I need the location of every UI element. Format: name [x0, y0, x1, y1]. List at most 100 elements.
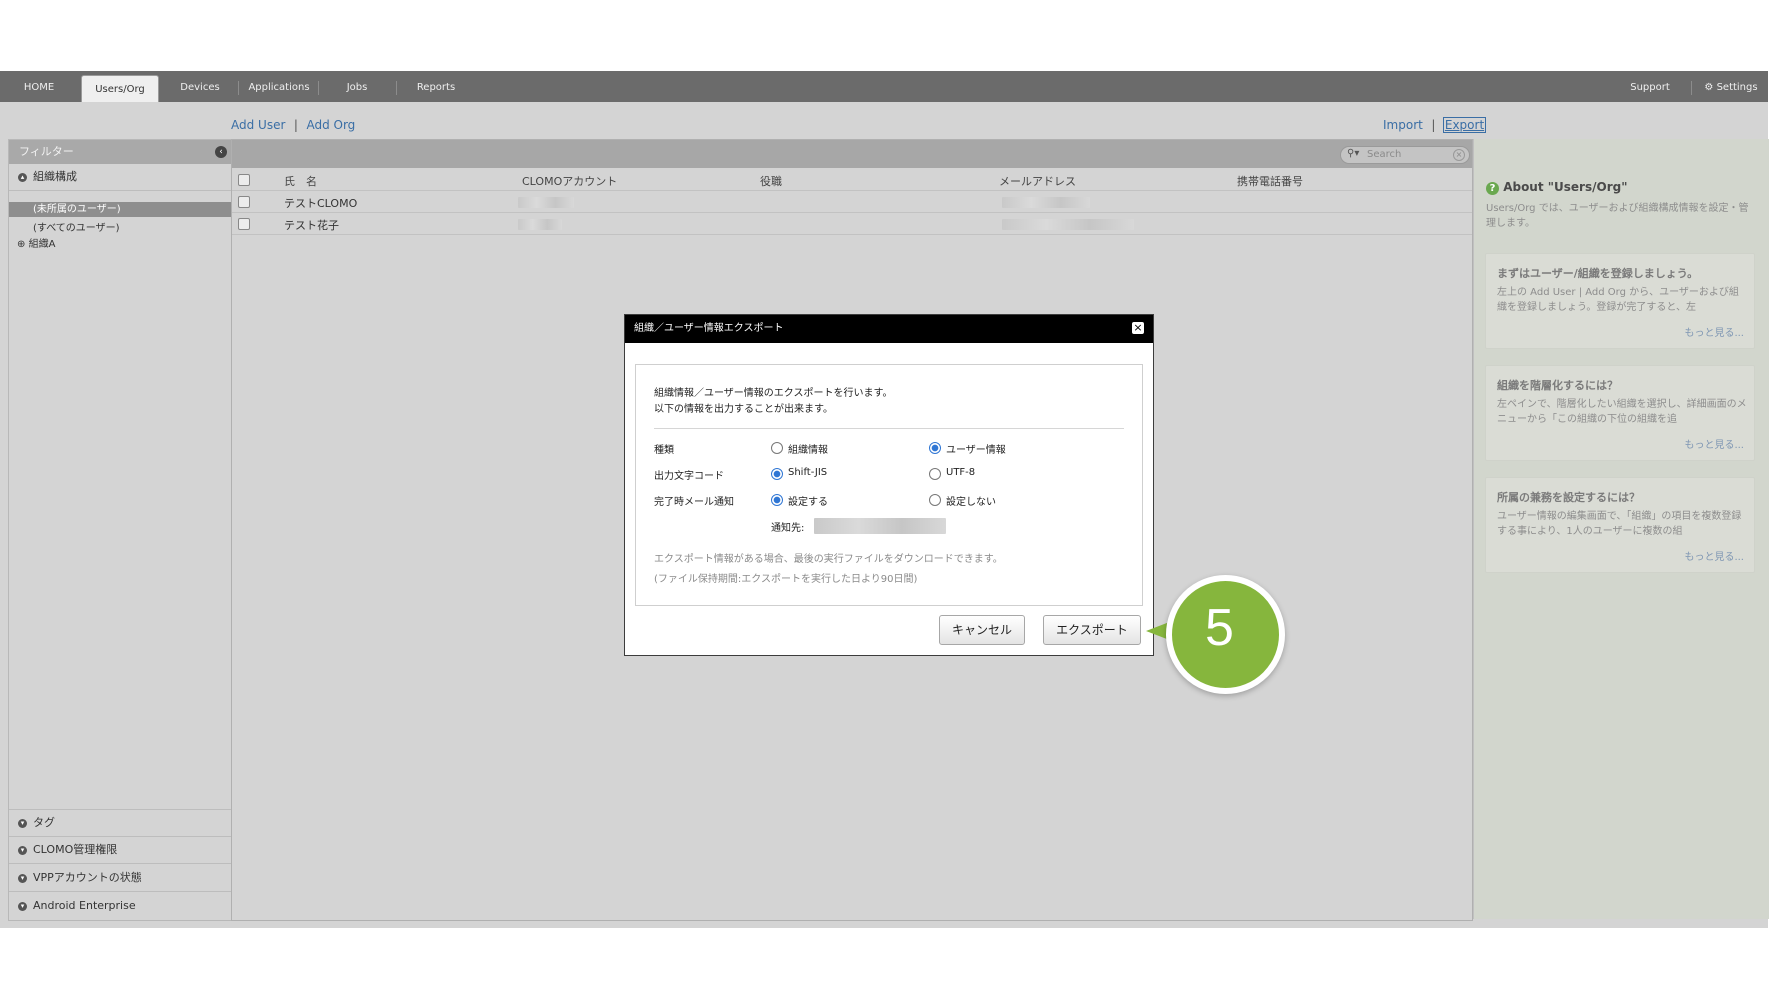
tree-item-org-a[interactable]: ⊕ 組織A [17, 235, 55, 250]
type-label: 種類 [654, 445, 674, 456]
chevron-down-icon: ▾ [18, 818, 27, 828]
admin-rights-section[interactable]: ▾ CLOMO管理権限 [9, 837, 231, 864]
help-icon: ? [1486, 182, 1499, 195]
filter-label: フィルター [19, 145, 74, 158]
settings-label: Settings [1716, 82, 1758, 93]
export-button[interactable]: エクスポート [1043, 615, 1141, 645]
collapse-sidebar-icon[interactable]: ‹ [215, 146, 227, 158]
cancel-button[interactable]: キャンセル [939, 615, 1025, 645]
about-panel: ? About "Users/Org" Users/Org では、ユーザーおよび… [1473, 139, 1769, 919]
step-badge: 5 [1166, 575, 1285, 694]
tree-item-unassigned[interactable]: (未所属のユーザー) [9, 202, 231, 217]
radio-shift-jis[interactable] [771, 468, 783, 480]
import-link[interactable]: Import [1383, 118, 1423, 132]
option-label: 組織情報 [788, 445, 828, 456]
row-checkbox[interactable] [238, 196, 250, 208]
chevron-down-icon: ▾ [18, 873, 27, 883]
filter-header: フィルター ‹ [9, 140, 231, 164]
tab-home[interactable]: HOME [0, 71, 78, 102]
option-label: UTF-8 [946, 467, 976, 478]
radio-utf8[interactable] [929, 468, 941, 480]
more-link[interactable]: もっと見る... [1684, 324, 1744, 339]
tab-jobs[interactable]: Jobs [320, 71, 394, 102]
option-label: 設定しない [946, 497, 996, 508]
chevron-down-icon: ▾ [18, 845, 27, 855]
chevron-down-icon: ▾ [18, 901, 27, 911]
search-placeholder: Search [1367, 149, 1402, 160]
divider [232, 234, 1472, 235]
option-label: Shift-JIS [788, 467, 828, 478]
option-label: 設定する [788, 497, 828, 508]
user-name[interactable]: テスト花子 [284, 217, 339, 233]
search-icon: ⚲▾ [1347, 148, 1360, 159]
redacted-account [518, 219, 562, 230]
tag-section[interactable]: ▾ タグ [9, 809, 231, 837]
tab-divider [1691, 81, 1692, 95]
tree-item-all-users[interactable]: (すべてのユーザー) [33, 219, 120, 234]
tip-title: 組織を階層化するには？ [1497, 379, 1618, 392]
section-label: VPPアカウントの状態 [33, 871, 142, 884]
org-structure-section[interactable]: ▴ 組織構成 [9, 164, 231, 191]
gear-icon: ⚙ [1704, 82, 1714, 93]
tip-body: ユーザー情報の編集画面で、「組織」の項目を複数登録する事により、1人のユーザーに… [1497, 511, 1742, 537]
separator: | [1431, 118, 1436, 132]
section-label: 組織構成 [33, 170, 77, 183]
about-title: About "Users/Org" [1503, 180, 1628, 194]
row-checkbox[interactable] [238, 218, 250, 230]
more-link[interactable]: もっと見る... [1684, 548, 1744, 563]
column-header-account[interactable]: CLOMOアカウント [522, 173, 617, 189]
table-row[interactable]: テスト花子 [232, 213, 1472, 234]
tree-label: (未所属のユーザー) [33, 204, 121, 215]
column-header-email[interactable]: メールアドレス [999, 173, 1076, 189]
column-header-name[interactable]: 氏 名 [284, 173, 317, 189]
filter-sidebar: フィルター ‹ ▴ 組織構成 (未所属のユーザー) (すべてのユーザー) ⊕ 組織… [8, 139, 232, 921]
list-toolbar: ⚲▾ Search × [232, 140, 1472, 168]
add-org-link[interactable]: Add Org [306, 118, 355, 132]
search-input[interactable]: ⚲▾ Search × [1340, 146, 1470, 164]
clear-search-icon[interactable]: × [1453, 149, 1465, 161]
close-icon[interactable]: × [1132, 322, 1144, 334]
dialog-title: 組織／ユーザー情報エクスポート [634, 323, 784, 334]
user-name[interactable]: テストCLOMO [284, 195, 357, 211]
android-enterprise-section[interactable]: ▾ Android Enterprise [9, 893, 231, 919]
add-user-link[interactable]: Add User [231, 118, 285, 132]
column-header-title[interactable]: 役職 [760, 173, 782, 189]
step-number: 5 [1205, 599, 1234, 657]
radio-mail-on[interactable] [771, 494, 783, 506]
tip-title: まずはユーザー/組織を登録しましょう。 [1497, 267, 1699, 280]
tab-applications[interactable]: Applications [240, 71, 318, 102]
expand-icon[interactable]: ⊕ [17, 239, 25, 250]
radio-user-info[interactable] [929, 442, 941, 454]
column-header-phone[interactable]: 携帯電話番号 [1237, 173, 1303, 189]
vpp-account-section[interactable]: ▾ VPPアカウントの状態 [9, 865, 231, 892]
dialog-titlebar: 組織／ユーザー情報エクスポート × [625, 315, 1153, 343]
encoding-label: 出力文字コード [654, 471, 724, 482]
support-link[interactable]: Support [1610, 71, 1690, 102]
tip-card: まずはユーザー/組織を登録しましょう。 左上の Add User | Add O… [1485, 253, 1755, 349]
intro-line-2: 以下の情報を出力することが出来ます。 [654, 404, 833, 415]
dialog-content: 組織情報／ユーザー情報のエクスポートを行います。 以下の情報を出力することが出来… [635, 364, 1143, 606]
tab-users-org[interactable]: Users/Org [81, 75, 159, 104]
redacted-email [1002, 197, 1090, 208]
tab-reports[interactable]: Reports [398, 71, 474, 102]
tip-card: 組織を階層化するには？ 左ペインで、階層化したい組織を選択し、詳細画面のメニュー… [1485, 365, 1755, 461]
settings-link[interactable]: ⚙ Settings [1696, 71, 1766, 102]
table-row[interactable]: テストCLOMO [232, 191, 1472, 212]
export-link[interactable]: Export [1442, 117, 1487, 133]
more-link[interactable]: もっと見る... [1684, 436, 1744, 451]
about-description: Users/Org では、ユーザーおよび組織構成情報を設定・管理します。 [1486, 203, 1749, 229]
tab-devices[interactable]: Devices [163, 71, 237, 102]
tip-body: 左ペインで、階層化したい組織を選択し、詳細画面のメニューから「この組織の下位の組… [1497, 399, 1747, 425]
tip-body: 左上の Add User | Add Org から、ユーザーおよび組織を登録しま… [1497, 287, 1739, 313]
option-label: ユーザー情報 [946, 445, 1006, 456]
redacted-email [1002, 219, 1134, 230]
intro-line-1: 組織情報／ユーザー情報のエクスポートを行います。 [654, 388, 893, 399]
tip-title: 所属の兼務を設定するには？ [1497, 491, 1640, 504]
retention-note: (ファイル保持期間:エクスポートを実行した日より90日間) [654, 574, 918, 585]
radio-mail-off[interactable] [929, 494, 941, 506]
section-label: タグ [33, 816, 55, 829]
radio-org-info[interactable] [771, 442, 783, 454]
divider [654, 428, 1124, 429]
select-all-checkbox[interactable] [238, 174, 250, 186]
tab-divider [396, 81, 397, 95]
